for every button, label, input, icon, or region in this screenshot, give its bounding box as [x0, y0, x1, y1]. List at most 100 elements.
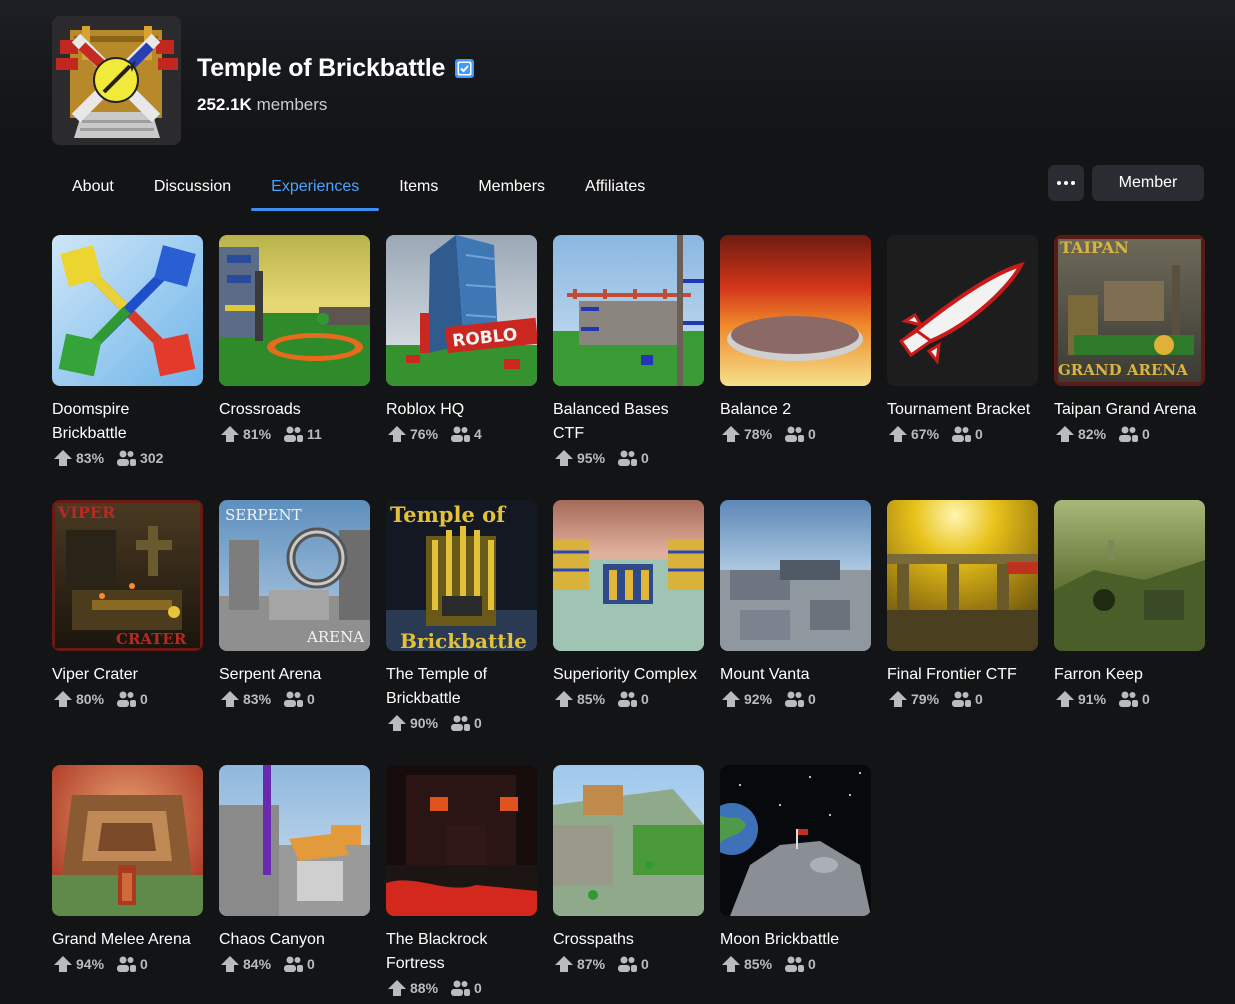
experience-card[interactable]: Farron Keep 91% 0: [1054, 500, 1205, 711]
rating-value: 92%: [744, 691, 773, 707]
rating-value: 81%: [243, 426, 272, 442]
players-value: 4: [474, 426, 482, 442]
rating-value: 67%: [911, 426, 940, 442]
thumbs-up-icon: [221, 691, 239, 707]
experience-name: Roblox HQ: [386, 401, 465, 418]
experience-stats: 91% 0: [1056, 687, 1205, 711]
experience-card[interactable]: The Blackrock Fortress 88% 0: [386, 765, 537, 1000]
thumbs-up-icon: [1056, 426, 1074, 442]
viper-subtitle-text: CRATER: [116, 630, 187, 648]
rating-value: 91%: [1078, 691, 1107, 707]
tab-discussion[interactable]: Discussion: [134, 164, 251, 210]
experience-card[interactable]: Superiority Complex 85% 0: [553, 500, 704, 711]
experience-thumbnail: [386, 765, 537, 916]
thumbs-up-icon: [388, 426, 406, 442]
players-icon: [1119, 691, 1139, 707]
experience-thumbnail: [219, 765, 370, 916]
experience-stats: 90% 0: [388, 711, 537, 735]
experience-name: Doomspire Brickbattle: [52, 401, 130, 442]
thumbs-up-icon: [889, 691, 907, 707]
thumbs-up-icon: [221, 956, 239, 972]
experience-name: Moon Brickbattle: [720, 931, 840, 948]
thumbs-up-icon: [1056, 691, 1074, 707]
players-value: 0: [1142, 426, 1150, 442]
experience-card[interactable]: Balanced Bases CTF 95% 0: [553, 235, 704, 470]
experience-name: Serpent Arena: [219, 666, 322, 683]
players-icon: [284, 956, 304, 972]
thumbs-up-icon: [722, 691, 740, 707]
experience-card[interactable]: Final Frontier CTF 79% 0: [887, 500, 1038, 711]
tab-about[interactable]: About: [52, 164, 134, 210]
thumbs-up-icon: [555, 691, 573, 707]
rating-value: 79%: [911, 691, 940, 707]
thumbs-up-icon: [555, 956, 573, 972]
thumbs-up-icon: [722, 426, 740, 442]
rating-value: 95%: [577, 450, 606, 466]
players-icon: [284, 426, 304, 442]
taipan-subtitle-text: GRAND ARENA: [1058, 361, 1188, 379]
member-button[interactable]: Member: [1092, 165, 1204, 201]
experience-card[interactable]: Moon Brickbattle 85% 0: [720, 765, 871, 976]
experience-thumbnail: Temple of Brickbattle: [386, 500, 537, 651]
experience-stats: 85% 0: [555, 687, 704, 711]
experience-card[interactable]: Chaos Canyon 84% 0: [219, 765, 370, 976]
experience-thumbnail: [553, 500, 704, 651]
experience-stats: 87% 0: [555, 952, 704, 976]
players-value: 0: [1142, 691, 1150, 707]
players-icon: [618, 450, 638, 466]
rating-value: 80%: [76, 691, 105, 707]
players-value: 0: [808, 426, 816, 442]
experience-name: Crossroads: [219, 401, 301, 418]
serpent-subtitle-text: ARENA: [306, 628, 364, 646]
member-count: 252.1K members: [197, 95, 475, 115]
experience-stats: 80% 0: [54, 687, 203, 711]
member-count-value: 252.1K: [197, 95, 252, 114]
more-options-button[interactable]: [1048, 165, 1084, 201]
experience-card[interactable]: Mount Vanta 92% 0: [720, 500, 871, 711]
experience-card[interactable]: Crosspaths 87% 0: [553, 765, 704, 976]
rating-value: 83%: [76, 450, 105, 466]
experience-thumbnail: [720, 500, 871, 651]
experience-card[interactable]: TAIPAN GRAND ARENA Taipan Grand Arena 82…: [1054, 235, 1205, 446]
group-tabs: About Discussion Experiences Items Membe…: [52, 164, 665, 212]
players-value: 0: [641, 691, 649, 707]
experience-thumbnail: [553, 765, 704, 916]
players-value: 0: [975, 426, 983, 442]
experience-card[interactable]: Temple of Brickbattle The Temple of Bric…: [386, 500, 537, 735]
tab-affiliates[interactable]: Affiliates: [565, 164, 665, 210]
rating-value: 94%: [76, 956, 105, 972]
players-icon: [952, 691, 972, 707]
rating-value: 87%: [577, 956, 606, 972]
experience-card[interactable]: Crossroads 81% 11: [219, 235, 370, 446]
experience-name: Tournament Bracket: [887, 401, 1031, 418]
experience-thumbnail: [52, 765, 203, 916]
players-value: 11: [307, 426, 322, 442]
thumbs-up-icon: [54, 956, 72, 972]
players-icon: [451, 980, 471, 996]
thumbs-up-icon: [54, 450, 72, 466]
tab-items[interactable]: Items: [379, 164, 458, 210]
experience-card[interactable]: Doomspire Brickbattle 83% 302: [52, 235, 203, 470]
experience-stats: 79% 0: [889, 687, 1038, 711]
experience-card[interactable]: VIPER CRATER Viper Crater 80% 0: [52, 500, 203, 711]
thumbs-up-icon: [388, 715, 406, 731]
experience-card[interactable]: Grand Melee Arena 94% 0: [52, 765, 203, 976]
players-value: 0: [641, 956, 649, 972]
experience-name: Balance 2: [720, 401, 792, 418]
experience-thumbnail: [720, 765, 871, 916]
experience-card[interactable]: ROBLO Roblox HQ 76% 4: [386, 235, 537, 446]
experience-card[interactable]: Balance 2 78% 0: [720, 235, 871, 446]
experience-stats: 94% 0: [54, 952, 203, 976]
experience-stats: 83% 302: [54, 446, 203, 470]
players-icon: [284, 691, 304, 707]
experience-thumbnail: [887, 500, 1038, 651]
serpent-title-text: SERPENT: [225, 506, 302, 524]
taipan-title-text: TAIPAN: [1060, 238, 1129, 257]
experience-thumbnail: SERPENT ARENA: [219, 500, 370, 651]
experience-card[interactable]: SERPENT ARENA Serpent Arena 83% 0: [219, 500, 370, 711]
experience-card[interactable]: Tournament Bracket 67% 0: [887, 235, 1038, 446]
experience-stats: 67% 0: [889, 422, 1038, 446]
tab-experiences[interactable]: Experiences: [251, 164, 380, 211]
experience-name: The Blackrock Fortress: [386, 931, 488, 972]
tab-members[interactable]: Members: [458, 164, 565, 210]
